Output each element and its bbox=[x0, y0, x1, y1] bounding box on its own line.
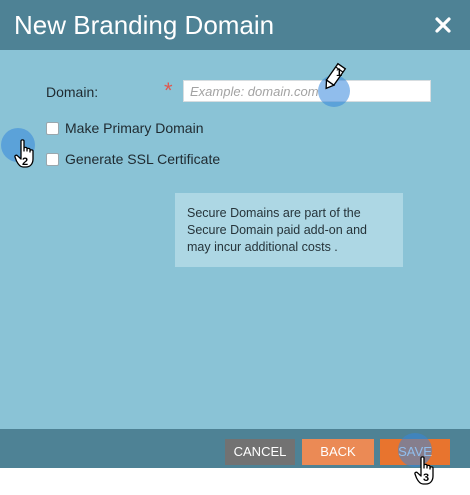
make-primary-domain-row: Make Primary Domain bbox=[46, 120, 203, 136]
new-branding-domain-dialog: New Branding Domain Domain: * Make Prima… bbox=[0, 0, 470, 468]
generate-ssl-label: Generate SSL Certificate bbox=[65, 151, 221, 167]
domain-input[interactable] bbox=[183, 80, 431, 102]
generate-ssl-row: Generate SSL Certificate bbox=[46, 151, 220, 167]
step-1-number: 1 bbox=[336, 67, 343, 79]
dialog-header: New Branding Domain bbox=[0, 0, 470, 50]
generate-ssl-checkbox[interactable] bbox=[46, 152, 59, 166]
step-3-number: 3 bbox=[423, 472, 430, 484]
domain-label: Domain: bbox=[46, 84, 99, 100]
required-asterisk: * bbox=[164, 78, 173, 103]
back-button[interactable]: BACK bbox=[302, 439, 374, 465]
dialog-title: New Branding Domain bbox=[14, 10, 275, 40]
make-primary-domain-label: Make Primary Domain bbox=[65, 120, 204, 136]
cancel-button[interactable]: CANCEL bbox=[225, 439, 295, 465]
secure-domain-info-box: Secure Domains are part of the Secure Do… bbox=[175, 193, 403, 267]
make-primary-domain-checkbox[interactable] bbox=[46, 121, 59, 135]
close-icon[interactable] bbox=[430, 12, 456, 38]
step-2-number: 2 bbox=[22, 156, 29, 168]
